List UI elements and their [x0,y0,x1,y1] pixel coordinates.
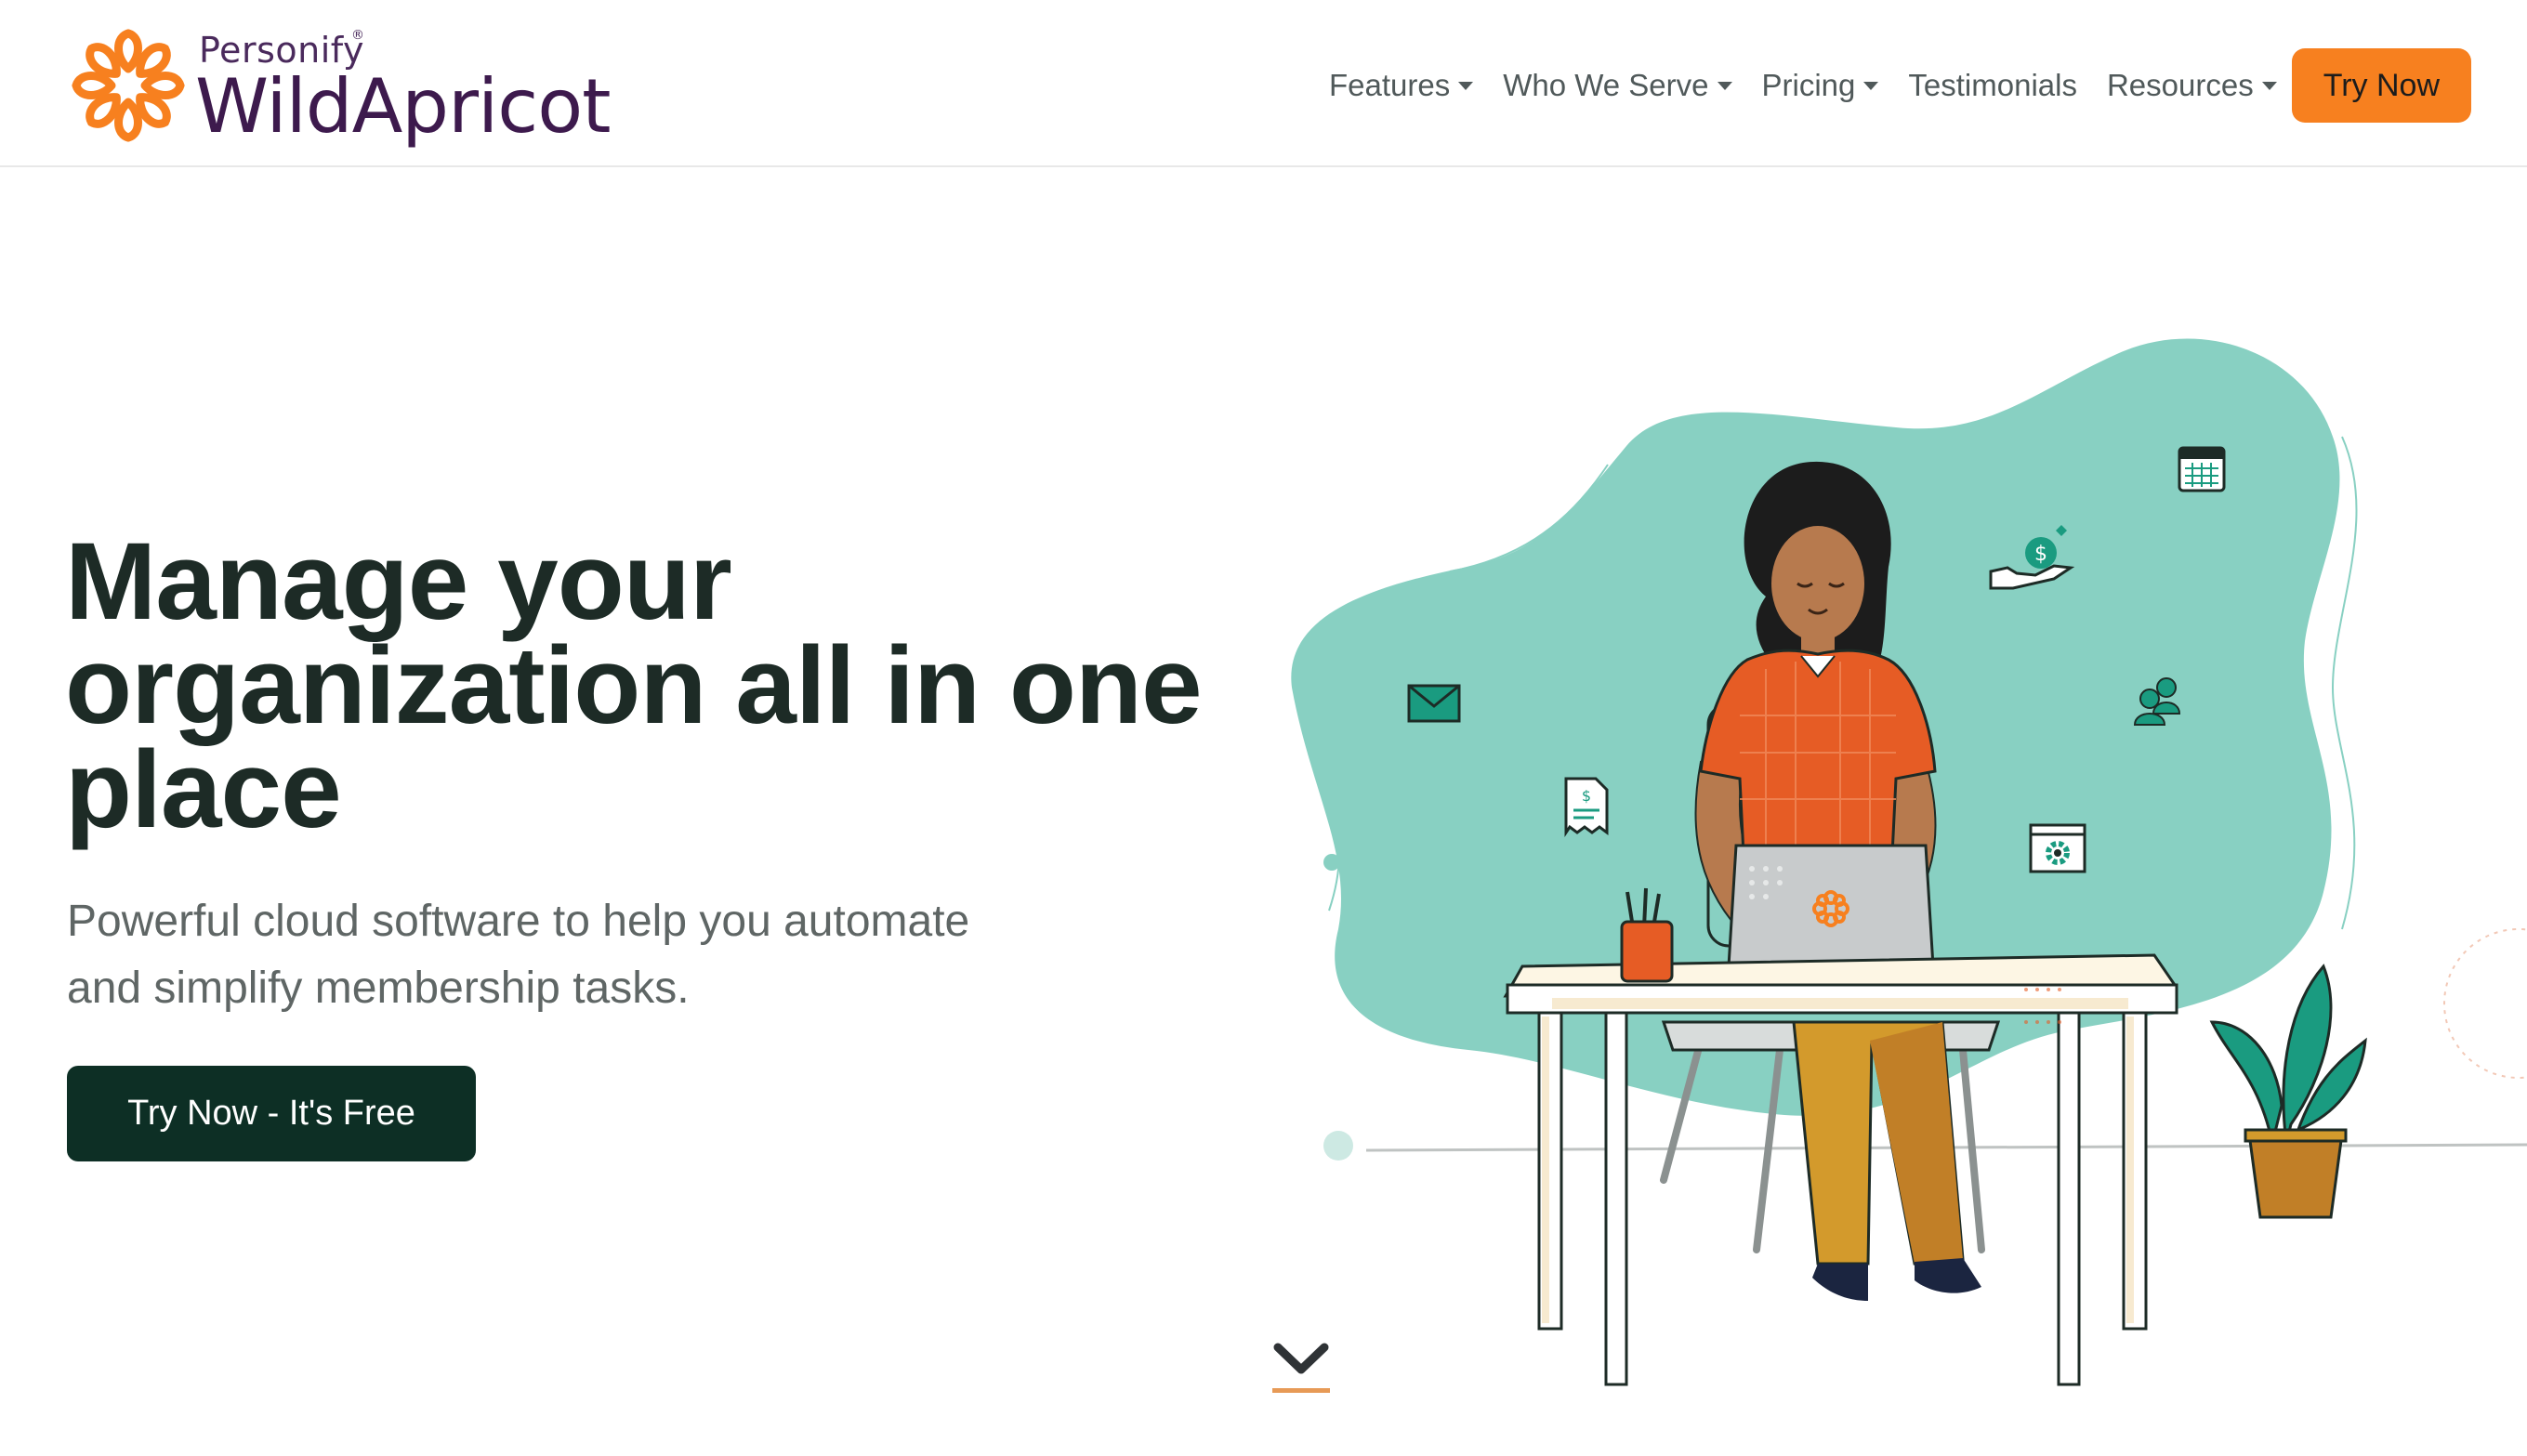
calendar-icon [2178,446,2226,492]
main-nav: Features Who We Serve Pricing Testimonia… [1329,48,2471,123]
wildapricot-logo[interactable]: Personify ® WildApricot [65,19,623,158]
settings-window-icon [2029,823,2086,873]
nav-features[interactable]: Features [1328,68,1474,103]
site-header: Personify ® WildApricot Features Who We … [0,0,2527,167]
nav-testimonials-label: Testimonials [1908,68,2077,102]
nav-resources-label: Resources [2106,68,2254,102]
apricot-flower-icon [65,29,191,149]
nav-pricing[interactable]: Pricing [1762,68,1879,103]
caret-down-icon [1458,81,1474,90]
potted-plant [2209,964,2367,1219]
nav-who-we-serve-label: Who We Serve [1503,68,1709,102]
try-now-free-button[interactable]: Try Now - It's Free [67,1066,476,1161]
nav-resources[interactable]: Resources [2107,68,2277,103]
nav-pricing-label: Pricing [1761,68,1856,102]
title-line-3: place [65,728,342,851]
email-icon [1407,684,1461,723]
caret-down-icon [1863,81,1879,90]
try-now-button[interactable]: Try Now [2291,48,2471,123]
page-title: Manage your organization all in one plac… [65,527,1273,845]
svg-text:$: $ [1582,787,1591,805]
caret-down-icon [2261,81,2277,90]
subtitle-line-1: Powerful cloud software to help you auto… [67,897,970,946]
hero-subtitle: Powerful cloud software to help you auto… [67,888,1089,1022]
logo-registered-mark: ® [351,28,364,43]
subtitle-line-2: and simplify membership tasks. [67,964,690,1013]
nav-who-we-serve[interactable]: Who We Serve [1503,68,1732,103]
invoice-icon: $ [1564,777,1609,837]
logo-product-text: WildApricot [195,63,611,150]
svg-text:$: $ [2034,543,2047,566]
hero-illustration: $ $ [1291,338,2527,1386]
nav-testimonials[interactable]: Testimonials [1908,68,2077,103]
nav-features-label: Features [1328,68,1451,102]
caret-down-icon [1717,81,1732,90]
